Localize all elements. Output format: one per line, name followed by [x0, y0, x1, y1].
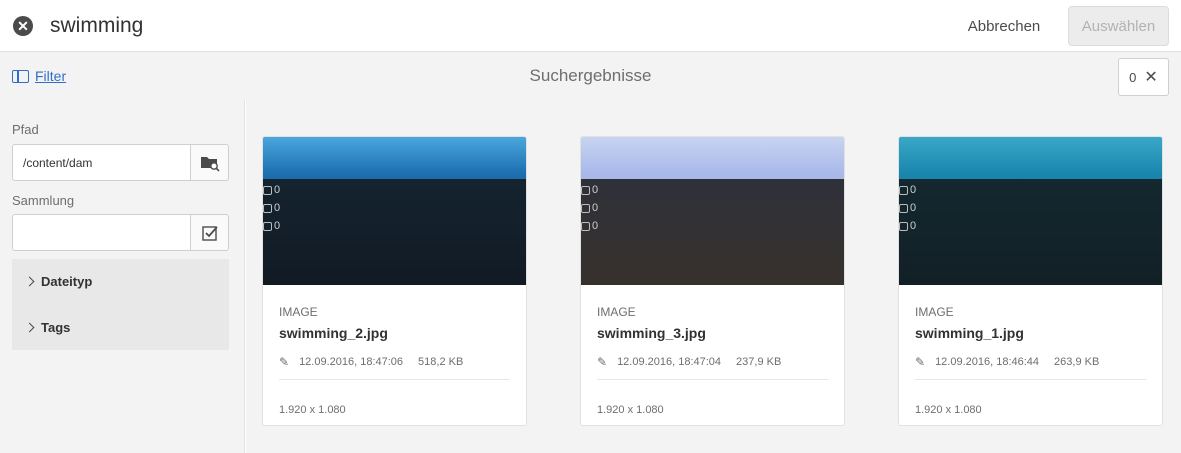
- selection-count-button[interactable]: 0 ✕: [1118, 58, 1169, 96]
- search-bar: ✕ swimming Abbrechen Auswählen: [0, 0, 1181, 52]
- sync-icon: [581, 185, 590, 195]
- cursor-icon: [263, 221, 272, 231]
- pencil-icon: ✎: [915, 355, 926, 369]
- stat-value: 0: [274, 220, 281, 232]
- clear-search-button[interactable]: ✕: [13, 16, 33, 36]
- asset-title: swimming_3.jpg: [597, 325, 706, 341]
- asset-stats: 0 0 0: [263, 181, 280, 235]
- close-icon: ✕: [17, 18, 29, 34]
- thumbnail-overlay: [899, 179, 1162, 285]
- sync-icon: [263, 185, 272, 195]
- asset-modified: 12.09.2016, 18:47:06: [299, 356, 404, 368]
- cursor-icon: [581, 221, 590, 231]
- stat-value: 0: [274, 184, 281, 196]
- asset-stats: 0 0 0: [899, 181, 916, 235]
- accordion-item-label: Tags: [41, 320, 71, 335]
- asset-type: IMAGE: [597, 305, 636, 319]
- stat-value: 0: [592, 220, 599, 232]
- close-icon: ✕: [1144, 69, 1158, 86]
- select-button[interactable]: Auswählen: [1068, 6, 1169, 46]
- results-toolbar: Filter Suchergebnisse 0 ✕: [0, 52, 1181, 100]
- checkbox-icon: [201, 225, 218, 241]
- filter-panel: Pfad Sammlung Dateityp Tags: [0, 100, 245, 453]
- asset-thumbnail: 0 0 0: [899, 137, 1162, 285]
- browse-path-button[interactable]: [190, 144, 229, 181]
- asset-card[interactable]: 0 0 0 IMAGE swimming_3.jpg ✎ 12.09.2016,…: [580, 136, 845, 426]
- thumbnail-overlay: [263, 179, 526, 285]
- asset-type: IMAGE: [279, 305, 318, 319]
- accordion-item-label: Dateityp: [41, 274, 93, 289]
- stat-value: 0: [910, 202, 917, 214]
- chevron-right-icon: [24, 276, 35, 287]
- folder-search-icon: [200, 156, 220, 172]
- sync-icon: [899, 185, 908, 195]
- cursor-icon: [899, 221, 908, 231]
- path-input[interactable]: [12, 144, 190, 181]
- path-field-group: [12, 144, 229, 181]
- asset-dimensions: 1.920 x 1.080: [279, 404, 346, 416]
- asset-modified: 12.09.2016, 18:46:44: [935, 356, 1040, 368]
- asset-title: swimming_1.jpg: [915, 325, 1024, 341]
- collection-label: Sammlung: [12, 193, 75, 208]
- asset-type: IMAGE: [915, 305, 954, 319]
- asset-size: 263,9 KB: [1054, 356, 1100, 368]
- asset-title: swimming_2.jpg: [279, 325, 388, 341]
- pencil-icon: ✎: [279, 355, 290, 369]
- results-grid: 0 0 0 IMAGE swimming_2.jpg ✎ 12.09.2016,…: [246, 100, 1181, 453]
- asset-thumbnail: 0 0 0: [581, 137, 844, 285]
- thumbnail-overlay: [581, 179, 844, 285]
- page-title: Suchergebnisse: [529, 66, 652, 85]
- accordion-item-dateityp[interactable]: Dateityp: [24, 274, 93, 289]
- stat-value: 0: [910, 220, 917, 232]
- pick-collection-button[interactable]: [190, 214, 229, 251]
- asset-dimensions: 1.920 x 1.080: [597, 404, 664, 416]
- asset-thumbnail: 0 0 0: [263, 137, 526, 285]
- users-icon: [263, 203, 272, 213]
- users-icon: [581, 203, 590, 213]
- collection-field-group: [12, 214, 229, 251]
- accordion-item-tags[interactable]: Tags: [24, 320, 71, 335]
- selection-count: 0: [1129, 69, 1137, 85]
- pencil-icon: ✎: [597, 355, 608, 369]
- stat-value: 0: [592, 202, 599, 214]
- search-input[interactable]: swimming: [50, 14, 143, 38]
- stat-value: 0: [274, 202, 281, 214]
- asset-dimensions: 1.920 x 1.080: [915, 404, 982, 416]
- path-label: Pfad: [12, 122, 39, 137]
- chevron-right-icon: [24, 322, 35, 333]
- asset-card[interactable]: 0 0 0 IMAGE swimming_1.jpg ✎ 12.09.2016,…: [898, 136, 1163, 426]
- asset-size: 518,2 KB: [418, 356, 464, 368]
- stat-value: 0: [910, 184, 917, 196]
- asset-card[interactable]: 0 0 0 IMAGE swimming_2.jpg ✎ 12.09.2016,…: [262, 136, 527, 426]
- users-icon: [899, 203, 908, 213]
- asset-modified: 12.09.2016, 18:47:04: [617, 356, 722, 368]
- cancel-button[interactable]: Abbrechen: [952, 8, 1056, 44]
- filter-accordion: Dateityp Tags: [12, 259, 229, 350]
- stat-value: 0: [592, 184, 599, 196]
- asset-stats: 0 0 0: [581, 181, 598, 235]
- collection-input[interactable]: [12, 214, 190, 251]
- asset-size: 237,9 KB: [736, 356, 782, 368]
